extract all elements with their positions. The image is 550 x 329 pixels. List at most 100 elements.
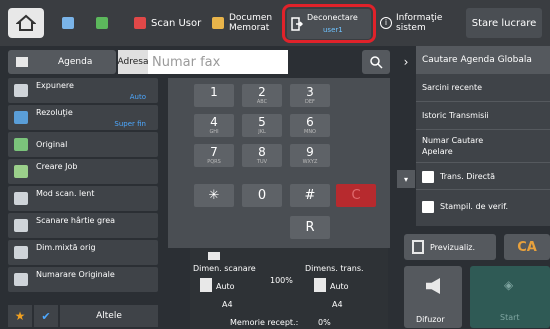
setting-expunere[interactable]: Expunere Auto [8,78,158,103]
stare-lucrare-label: Stare lucrare [471,17,537,29]
ca-label: CA [517,239,537,255]
deconectare-button[interactable]: Deconectare user1 [287,9,371,39]
key-6[interactable]: 6 MNO [290,114,330,137]
key-number: 3 [306,85,314,99]
resolution-icon [14,111,28,124]
start-label: Start [500,313,520,322]
stampil-verif-toggle[interactable]: Stampil. de verif. [416,192,550,222]
user-label: user1 [323,26,343,34]
key-7[interactable]: 7 PQRS [194,144,234,167]
sarcini-recente[interactable]: Sarcini recente [416,74,550,102]
difuzor-button[interactable]: Difuzor [404,266,462,328]
key-number: R [305,220,315,235]
agenda-icon [16,57,28,67]
document-icon [200,278,212,292]
key-number: 2 [258,85,266,99]
trans-directa-checkbox[interactable] [422,171,434,183]
divider [416,162,550,163]
difuzor-label: Difuzor [416,315,445,324]
dim-trans-label: Dimens. trans. [305,264,364,273]
setting-numarare-originale[interactable]: Numarare Originale [8,267,158,292]
trans-directa-label: Trans. Directă [440,172,496,181]
stampil-checkbox[interactable] [422,201,434,213]
key-clear[interactable]: C [336,184,376,207]
clear-all-button[interactable]: CA [504,234,550,260]
informatie-label: Informaţie sistem [396,13,443,33]
right-action-panel: Cautare Agenda Globala Sarcini recente I… [416,46,550,226]
setting-mod-scan-lent[interactable]: Mod scan. lent [8,186,158,211]
key-letters: JKL [258,129,266,135]
setting-creare-job[interactable]: Creare Job [8,159,158,184]
key-3[interactable]: 3 DEF [290,84,330,107]
memorie-value: 0% [318,318,331,327]
scan-usor-button[interactable]: Scan Usor [134,8,201,38]
istoric-transmisii[interactable]: Istoric Transmisii [416,102,550,130]
trans-size-value: Auto [330,282,349,291]
collapse-toggle[interactable]: ▾ [397,170,415,188]
keypad-panel: 1 2 ABC 3 DEF 4 GHI 5 JKL 6 MNO 7 PQRS 8 TUV 9W… [168,78,390,248]
setting-name: Mod scan. lent [36,189,95,198]
chevron-right-icon[interactable]: › [397,50,415,74]
previzualiz-button[interactable]: Previzualiz. [404,234,496,260]
trans-paper-value: A4 [332,300,343,309]
key-letters: TUV [256,159,268,165]
agenda-button[interactable]: Agenda [8,50,116,74]
favorites-button[interactable]: ★ [8,305,32,327]
home-button[interactable] [8,8,44,38]
slow-scan-icon [14,192,28,205]
key-r[interactable]: R [290,216,330,239]
informatie-sistem-button[interactable]: i Informaţie sistem [380,8,460,38]
checklist-button[interactable]: ✔ [34,305,58,327]
altele-label: Altele [96,311,122,321]
chevron-down-icon: ▾ [403,174,408,184]
key-star[interactable]: ✳ [194,184,234,207]
key-2[interactable]: 2 ABC [242,84,282,107]
stare-lucrare-button[interactable]: Stare lucrare [466,8,542,38]
setting-value: Auto [129,93,146,101]
setting-dim-mixta-orig[interactable]: Dim.mixtă orig [8,240,158,265]
fax-mode-tab[interactable] [62,8,79,38]
key-8[interactable]: 8 TUV [242,144,282,167]
key-number: ✳ [208,188,220,203]
key-letters: WXYZ [302,159,318,165]
key-9[interactable]: 9 WXYZ [290,144,330,167]
logout-icon [291,17,303,31]
altele-button[interactable]: Altele [60,305,158,327]
key-5[interactable]: 5 JKL [242,114,282,137]
numar-cautare-apelare[interactable]: Numar Cautare Apelare [416,130,496,162]
deconectare-label: Deconectare [307,13,358,22]
trans-directa-toggle[interactable]: Trans. Directă [416,164,550,190]
scan-mode-tab[interactable] [96,8,113,38]
setting-name: Expunere [36,81,74,90]
adresa-label: Adresa [118,50,148,74]
document-icon [314,278,326,292]
key-4[interactable]: 4 GHI [194,114,234,137]
home-icon [16,14,36,31]
speaker-icon [426,278,440,294]
key-number: 1 [210,85,218,99]
key-number: 9 [306,145,314,159]
key-number: # [304,188,316,203]
setting-name: Scanare hârtie grea [36,216,116,225]
count-originals-icon [14,273,28,286]
job-icon [14,165,28,178]
exposure-icon [14,84,28,97]
document-memorat-button[interactable]: Documen Memorat [212,8,280,38]
key-letters: PQRS [207,159,221,165]
previzualiz-label: Previzualiz. [430,242,476,252]
cautare-agenda-globala[interactable]: Cautare Agenda Globala [416,46,550,74]
key-hash[interactable]: # [290,184,330,207]
key-number: 0 [257,188,267,203]
dim-scanare-label: Dimen. scanare [193,264,256,273]
key-letters: ABC [256,99,268,105]
key-1[interactable]: 1 [194,84,234,107]
setting-rezolutie[interactable]: Rezoluţie Super fin [8,105,158,130]
search-button[interactable] [362,50,390,74]
key-0[interactable]: 0 [242,184,282,207]
setting-name: Rezoluţie [36,108,73,117]
setting-original[interactable]: Original [8,132,158,157]
setting-scanare-hartie-grea[interactable]: Scanare hârtie grea [8,213,158,238]
start-button[interactable]: ◈ Start [470,266,550,328]
fax-number-input[interactable] [148,50,288,74]
preview-icon [412,240,424,254]
